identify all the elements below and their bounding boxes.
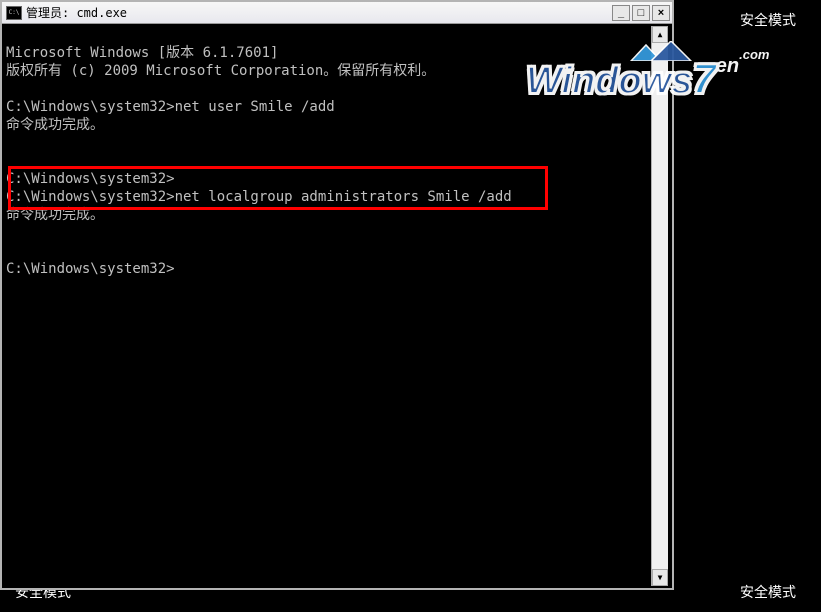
terminal-line: C:\Windows\system32> <box>6 261 175 277</box>
window-titlebar[interactable]: 管理员: cmd.exe _ □ × <box>2 2 672 24</box>
scroll-track[interactable] <box>652 43 668 569</box>
close-button[interactable]: × <box>652 5 670 21</box>
terminal-line: C:\Windows\system32> <box>6 171 175 187</box>
window-title: 管理员: cmd.exe <box>26 4 612 21</box>
terminal-line: C:\Windows\system32>net user Smile /add <box>6 99 335 115</box>
safe-mode-label-top: 安全模式 <box>740 10 796 30</box>
scroll-up-button[interactable]: ▲ <box>652 26 668 43</box>
cmd-icon <box>6 6 22 20</box>
terminal-line: Microsoft Windows [版本 6.1.7601] <box>6 45 278 61</box>
scroll-down-button[interactable]: ▼ <box>652 569 668 586</box>
maximize-button[interactable]: □ <box>632 5 650 21</box>
terminal-output[interactable]: Microsoft Windows [版本 6.1.7601] 版权所有 (c)… <box>6 26 651 586</box>
terminal-line: 版权所有 (c) 2009 Microsoft Corporation。保留所有… <box>6 63 435 79</box>
terminal-line: C:\Windows\system32>net localgroup admin… <box>6 189 512 205</box>
vertical-scrollbar[interactable]: ▲ ▼ <box>651 26 668 586</box>
terminal-line: 命令成功完成。 <box>6 117 104 133</box>
command-prompt-window: 管理员: cmd.exe _ □ × Microsoft Windows [版本… <box>0 0 674 590</box>
terminal-line: 命令成功完成。 <box>6 207 104 223</box>
terminal-body: Microsoft Windows [版本 6.1.7601] 版权所有 (c)… <box>2 24 672 588</box>
minimize-button[interactable]: _ <box>612 5 630 21</box>
window-controls: _ □ × <box>612 5 672 21</box>
safe-mode-label-bottom: 安全模式 <box>740 582 796 602</box>
